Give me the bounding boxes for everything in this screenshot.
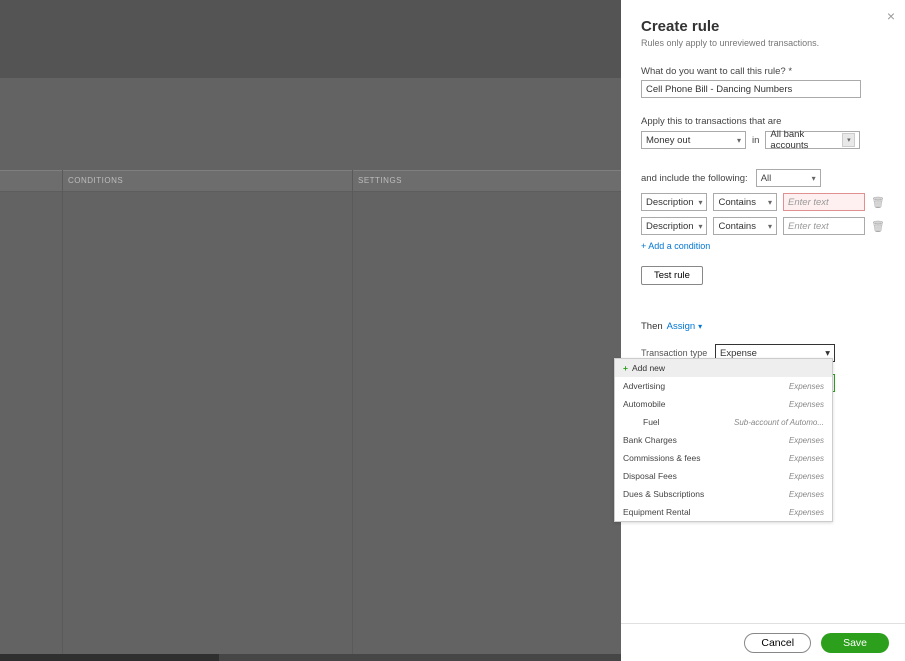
- condition-op-value: Contains: [718, 197, 756, 208]
- include-label: and include the following:: [641, 173, 748, 184]
- condition-value-input[interactable]: [783, 217, 865, 235]
- chevron-down-icon: ▾: [768, 198, 772, 207]
- chevron-down-icon: ▾: [698, 322, 702, 331]
- dropdown-item-subtext: Expenses: [789, 454, 824, 463]
- bank-accounts-value: All bank accounts: [770, 129, 838, 151]
- dropdown-item[interactable]: Bank Charges Expenses: [615, 431, 832, 449]
- panel-subtitle: Rules only apply to unreviewed transacti…: [641, 38, 885, 48]
- in-text: in: [752, 135, 759, 146]
- assign-dropdown[interactable]: Assign ▾: [667, 321, 703, 332]
- dropdown-item-subtext: Expenses: [789, 382, 824, 391]
- add-condition-link[interactable]: + Add a condition: [641, 241, 710, 251]
- trash-icon[interactable]: 🗑: [871, 196, 885, 209]
- dropdown-item-subtext: Expenses: [789, 472, 824, 481]
- panel-footer: Cancel Save: [621, 623, 905, 661]
- apply-label: Apply this to transactions that are: [641, 116, 885, 127]
- transaction-type-label: Transaction type: [641, 348, 715, 358]
- dropdown-item-subtext: Expenses: [789, 400, 824, 409]
- rule-name-label: What do you want to call this rule? *: [641, 66, 885, 77]
- rule-name-input[interactable]: [641, 80, 861, 98]
- create-rule-panel: × Create rule Rules only apply to unrevi…: [621, 0, 905, 661]
- save-button[interactable]: Save: [821, 633, 889, 653]
- include-mode-value: All: [761, 173, 772, 184]
- dropdown-item-name: Advertising: [623, 381, 665, 391]
- trash-icon[interactable]: 🗑: [871, 220, 885, 233]
- include-mode-select[interactable]: All ▾: [756, 169, 821, 187]
- chevron-down-icon: ▾: [842, 133, 855, 147]
- condition-op-select[interactable]: Contains ▾: [713, 217, 777, 235]
- dropdown-item-subtext: Expenses: [789, 490, 824, 499]
- dropdown-item-name: Automobile: [623, 399, 666, 409]
- dropdown-item[interactable]: Equipment Rental Expenses: [615, 503, 832, 521]
- bank-accounts-select[interactable]: All bank accounts ▾: [765, 131, 860, 149]
- bg-divider: [62, 170, 63, 654]
- dropdown-item-subtext: Expenses: [789, 436, 824, 445]
- assign-label: Assign: [667, 321, 696, 332]
- chevron-down-icon: ▾: [698, 198, 702, 207]
- chevron-down-icon: ▾: [812, 174, 816, 183]
- condition-value-input[interactable]: [783, 193, 865, 211]
- dropdown-item-name: Bank Charges: [623, 435, 677, 445]
- dropdown-item-name: Equipment Rental: [623, 507, 691, 517]
- chevron-down-icon: ▾: [698, 222, 702, 231]
- then-label: Then: [641, 321, 663, 332]
- dropdown-add-new[interactable]: + Add new: [615, 359, 832, 377]
- condition-field-value: Description: [646, 221, 694, 232]
- close-icon[interactable]: ×: [887, 8, 895, 24]
- dropdown-item-name: Commissions & fees: [623, 453, 700, 463]
- dropdown-item-name: Dues & Subscriptions: [623, 489, 704, 499]
- category-dropdown: + Add new Advertising Expenses Automobile Ex…: [614, 358, 833, 522]
- add-new-label: Add new: [632, 363, 665, 373]
- condition-row: Description ▾ Contains ▾ 🗑: [641, 217, 885, 235]
- dropdown-item[interactable]: Fuel Sub-account of Automo...: [615, 413, 832, 431]
- condition-field-select[interactable]: Description ▾: [641, 193, 707, 211]
- condition-op-select[interactable]: Contains ▾: [713, 193, 777, 211]
- money-direction-select[interactable]: Money out ▾: [641, 131, 746, 149]
- condition-field-select[interactable]: Description ▾: [641, 217, 707, 235]
- bg-bottom-strip-dark: [0, 654, 219, 661]
- dropdown-item-name: Fuel: [623, 417, 660, 427]
- dropdown-item-subtext: Expenses: [789, 508, 824, 517]
- condition-row: Description ▾ Contains ▾ 🗑: [641, 193, 885, 211]
- bg-column-settings-header: SETTINGS: [358, 176, 402, 185]
- bg-column-conditions-header: CONDITIONS: [68, 176, 123, 185]
- dropdown-item[interactable]: Commissions & fees Expenses: [615, 449, 832, 467]
- money-direction-value: Money out: [646, 135, 690, 146]
- cancel-button[interactable]: Cancel: [744, 633, 811, 653]
- dropdown-item-subtext: Sub-account of Automo...: [734, 418, 824, 427]
- chevron-down-icon: ▾: [825, 348, 830, 359]
- bg-header: [0, 0, 621, 78]
- dropdown-item-name: Disposal Fees: [623, 471, 677, 481]
- plus-icon: +: [623, 363, 628, 373]
- chevron-down-icon: ▾: [737, 136, 741, 145]
- transaction-type-value: Expense: [720, 348, 757, 359]
- test-rule-button[interactable]: Test rule: [641, 266, 703, 285]
- chevron-down-icon: ▾: [768, 222, 772, 231]
- dropdown-item[interactable]: Disposal Fees Expenses: [615, 467, 832, 485]
- dropdown-item[interactable]: Dues & Subscriptions Expenses: [615, 485, 832, 503]
- bg-divider: [352, 170, 353, 654]
- condition-field-value: Description: [646, 197, 694, 208]
- condition-op-value: Contains: [718, 221, 756, 232]
- dropdown-item[interactable]: Advertising Expenses: [615, 377, 832, 395]
- panel-title: Create rule: [641, 18, 885, 35]
- dropdown-item[interactable]: Automobile Expenses: [615, 395, 832, 413]
- backdrop-overlay: CONDITIONS SETTINGS: [0, 0, 621, 654]
